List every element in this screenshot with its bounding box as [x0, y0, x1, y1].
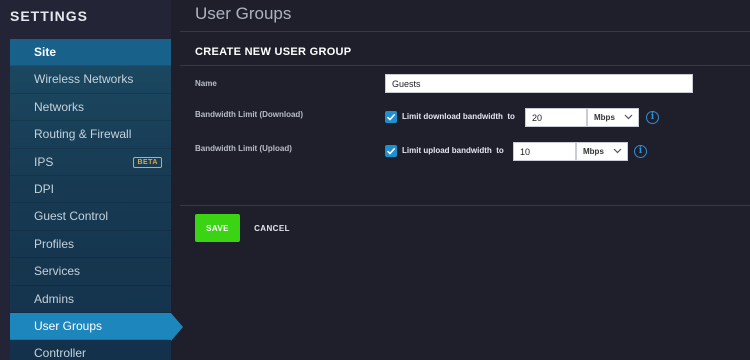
upload-to-text: to — [496, 146, 504, 155]
upload-unit-select[interactable]: Mbps — [576, 142, 628, 161]
form-footer-divider — [180, 205, 750, 206]
section-title: CREATE NEW USER GROUP — [195, 46, 352, 58]
sidebar-item-guest-control[interactable]: Guest Control — [10, 203, 171, 231]
upload-limit-checkbox-label: Limit upload bandwidth to — [402, 146, 504, 155]
download-limit-checkbox-label: Limit download bandwidth to — [402, 112, 515, 121]
download-info-icon[interactable]: i — [646, 111, 659, 124]
settings-title: SETTINGS — [10, 8, 89, 24]
sidebar-item-label: Networks — [34, 99, 85, 114]
sidebar-item-routing-firewall[interactable]: Routing & Firewall — [10, 121, 171, 149]
sidebar-item-ips[interactable]: IPS BETA — [10, 149, 171, 176]
upload-limit-text: Limit upload bandwidth — [402, 146, 492, 155]
check-icon — [386, 147, 396, 155]
sidebar-item-label: Guest Control — [34, 209, 109, 224]
sidebar-item-label: Profiles — [34, 236, 75, 251]
sidebar-item-label: Routing & Firewall — [34, 127, 132, 142]
group-name-input[interactable] — [385, 74, 693, 93]
sidebar-item-networks[interactable]: Networks — [10, 94, 171, 122]
sidebar-item-admins[interactable]: Admins — [10, 286, 171, 313]
download-limit-text: Limit download bandwidth — [402, 112, 503, 121]
sidebar-item-user-groups[interactable]: User Groups — [10, 312, 183, 342]
page-title: User Groups — [195, 4, 292, 23]
sidebar-item-label: Services — [34, 264, 81, 279]
upload-limit-label: Bandwidth Limit (Upload) — [195, 144, 292, 153]
download-unit-select[interactable]: Mbps — [587, 108, 639, 127]
download-limit-checkbox[interactable] — [385, 111, 397, 123]
sidebar-item-profiles[interactable]: Profiles — [10, 231, 171, 259]
upload-limit-checkbox[interactable] — [385, 145, 397, 157]
name-label: Name — [195, 79, 217, 88]
sidebar-item-label: Site — [34, 45, 57, 59]
sidebar-item-label: Wireless Networks — [34, 72, 134, 87]
sidebar-item-services[interactable]: Services — [10, 258, 171, 286]
sidebar-item-wireless-networks[interactable]: Wireless Networks — [10, 66, 171, 94]
download-bandwidth-input[interactable] — [525, 108, 587, 127]
sidebar-item-label: DPI — [34, 181, 55, 196]
settings-sidebar: SETTINGS Site Wireless Networks Networks… — [0, 0, 183, 360]
download-to-text: to — [507, 112, 515, 121]
chevron-down-icon — [624, 114, 633, 120]
chevron-down-icon — [613, 148, 622, 154]
upload-bandwidth-input[interactable] — [513, 142, 576, 161]
sidebar-item-label: Controller — [34, 346, 87, 360]
beta-badge: BETA — [133, 156, 162, 168]
sidebar-item-label: Admins — [34, 291, 75, 306]
settings-nav: Site Wireless Networks Networks Routing … — [10, 39, 183, 360]
check-icon — [386, 113, 396, 121]
cancel-button[interactable]: CANCEL — [249, 214, 295, 242]
sidebar-item-site[interactable]: Site — [10, 39, 171, 67]
upload-info-icon[interactable]: i — [634, 145, 647, 158]
sidebar-item-controller[interactable]: Controller — [10, 340, 171, 360]
section-divider — [180, 65, 750, 66]
header-divider — [180, 31, 750, 32]
save-button[interactable]: SAVE — [195, 214, 240, 242]
sidebar-item-label: IPS — [34, 154, 54, 169]
sidebar-item-dpi[interactable]: DPI — [10, 176, 171, 204]
download-limit-label: Bandwidth Limit (Download) — [195, 110, 303, 119]
sidebar-item-label: User Groups — [34, 318, 103, 333]
download-unit-value: Mbps — [594, 113, 615, 122]
upload-unit-value: Mbps — [583, 147, 604, 156]
